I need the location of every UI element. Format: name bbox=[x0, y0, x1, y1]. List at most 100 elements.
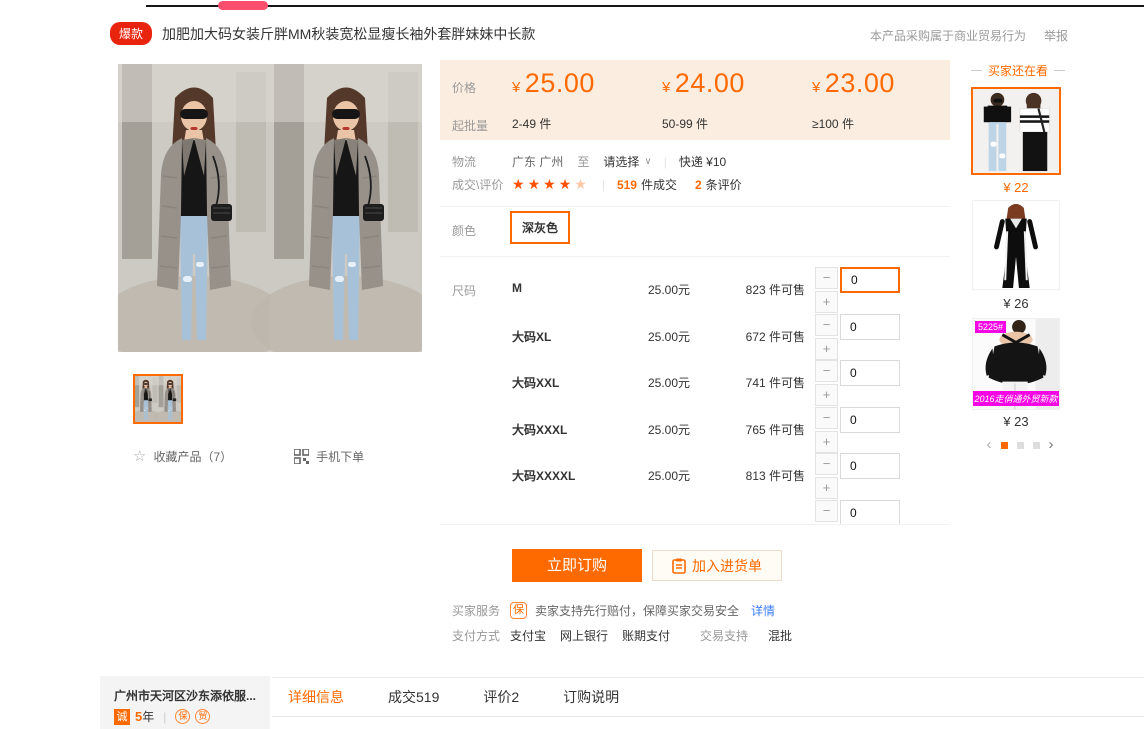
quantity-stepper: − + bbox=[815, 267, 901, 313]
sku-size: 大码XXL bbox=[512, 374, 559, 391]
video-progress-bar[interactable] bbox=[146, 5, 1144, 7]
product-number-tag: 5225# bbox=[975, 321, 1006, 333]
sku-size: 大码XL bbox=[512, 328, 551, 345]
add-to-cart-button[interactable]: 加入进货单 bbox=[652, 550, 782, 581]
related-product-1[interactable] bbox=[971, 87, 1061, 175]
thumbnail-image[interactable] bbox=[133, 374, 183, 424]
minus-button[interactable]: − bbox=[815, 314, 838, 336]
price-value-2: 24.00 bbox=[675, 68, 745, 98]
quantity-input[interactable] bbox=[840, 314, 900, 340]
buyer-service-label: 买家服务 bbox=[452, 602, 500, 619]
logistics-label: 物流 bbox=[452, 153, 476, 170]
payment-method-alipay[interactable]: 支付宝 bbox=[510, 627, 546, 644]
tab-reviews[interactable]: 评价2 bbox=[483, 687, 519, 707]
trade-note: 本产品采购属于商业贸易行为 bbox=[870, 27, 1026, 44]
plus-button[interactable]: + bbox=[815, 291, 838, 313]
minus-button[interactable]: − bbox=[815, 500, 838, 522]
related-product-3[interactable]: 5225# 2016走俏通外贸新款 bbox=[972, 318, 1060, 410]
logistics-row: 广东 广州 至 请选择 ∨ | 快递 ¥10 bbox=[512, 153, 726, 170]
tab-detail-info[interactable]: 详细信息 bbox=[288, 687, 344, 707]
divider bbox=[440, 206, 950, 207]
product-photo-thumb bbox=[135, 376, 181, 422]
related-product-2[interactable] bbox=[972, 200, 1060, 290]
add-to-cart-label: 加入进货单 bbox=[692, 556, 762, 576]
sku-stock: 813 件可售 bbox=[705, 467, 805, 484]
payment-row: 支付宝 网上银行 账期支付 bbox=[510, 627, 684, 644]
plus-button[interactable]: + bbox=[815, 384, 838, 406]
quantity-input[interactable] bbox=[840, 360, 900, 386]
quantity-stepper: − + bbox=[815, 314, 901, 360]
integrity-badge-icon: 诚 bbox=[114, 709, 130, 725]
minus-button[interactable]: − bbox=[815, 453, 838, 475]
sku-price: 25.00元 bbox=[648, 467, 690, 484]
price-tier-1: ¥ 25.00 bbox=[512, 68, 595, 99]
trade-support-value[interactable]: 混批 bbox=[768, 627, 792, 644]
chevron-down-icon[interactable]: ∨ bbox=[644, 156, 651, 167]
years-suffix: 年 bbox=[142, 710, 154, 724]
sku-price: 25.00元 bbox=[648, 374, 690, 391]
review-count-link[interactable]: 2条评价 bbox=[695, 176, 742, 193]
report-link[interactable]: 举报 bbox=[1044, 27, 1068, 44]
sku-price: 25.00元 bbox=[648, 328, 690, 345]
sidebar-carousel: ‹ › bbox=[973, 438, 1067, 452]
main-product-image[interactable] bbox=[118, 64, 422, 352]
review-count: 2 bbox=[695, 178, 702, 192]
quantity-stepper: − + bbox=[815, 360, 901, 406]
plus-button[interactable]: + bbox=[815, 431, 838, 453]
price-panel: 价格 起批量 ¥ 25.00 ¥ 24.00 ¥ 23.00 2-49 件 50… bbox=[440, 60, 950, 140]
destination-select[interactable]: 请选择 bbox=[603, 153, 639, 170]
order-now-button[interactable]: 立即订购 bbox=[512, 549, 642, 582]
guarantee-detail-link[interactable]: 详情 bbox=[751, 602, 775, 619]
decorative-dash bbox=[971, 70, 982, 71]
rating-row: ★★★★★ | 519件成交 2条评价 bbox=[512, 176, 742, 193]
sku-stock: 741 件可售 bbox=[705, 374, 805, 391]
sku-row: 大码XXXL 25.00元 765 件可售 − + bbox=[440, 405, 950, 452]
guarantee-medal-icon: 保 bbox=[175, 709, 190, 724]
related-product-1-price[interactable]: ¥ 22 bbox=[971, 180, 1061, 195]
guarantee-text: 卖家支持先行赔付，保障买家交易安全 bbox=[535, 602, 739, 619]
related-product-3-price[interactable]: ¥ 23 bbox=[971, 414, 1061, 429]
divider bbox=[440, 524, 950, 525]
chevron-right-icon[interactable]: › bbox=[1049, 438, 1054, 452]
sku-price: 25.00元 bbox=[648, 281, 690, 298]
payment-method-ebank[interactable]: 网上银行 bbox=[560, 627, 608, 644]
related-product-2-price[interactable]: ¥ 26 bbox=[971, 296, 1061, 311]
tab-transactions[interactable]: 成交519 bbox=[388, 687, 439, 707]
minus-button[interactable]: − bbox=[815, 360, 838, 382]
favorite-button[interactable]: 收藏产品（7） bbox=[153, 448, 232, 465]
clipboard-icon bbox=[672, 558, 686, 574]
star-rating: ★★★★★ bbox=[512, 176, 590, 193]
sku-price: 25.00元 bbox=[648, 421, 690, 438]
minus-button[interactable]: − bbox=[815, 407, 838, 429]
payment-method-credit[interactable]: 账期支付 bbox=[622, 627, 670, 644]
sold-count-link[interactable]: 519件成交 bbox=[617, 176, 677, 193]
chevron-left-icon[interactable]: ‹ bbox=[987, 438, 992, 452]
currency-symbol: ¥ bbox=[662, 79, 670, 96]
tab-order-notes[interactable]: 订购说明 bbox=[563, 687, 619, 707]
plus-button[interactable]: + bbox=[815, 338, 838, 360]
sidebar-title-text: 买家还在看 bbox=[988, 62, 1048, 79]
quantity-stepper: − + bbox=[815, 407, 901, 453]
seller-name-link[interactable]: 广州市天河区沙东添依服... bbox=[114, 687, 256, 704]
video-progress-scrubber[interactable] bbox=[218, 1, 268, 10]
star-icon: ★ bbox=[574, 176, 590, 192]
carousel-dot-1[interactable] bbox=[1001, 442, 1008, 449]
plus-button[interactable]: + bbox=[815, 477, 838, 499]
quantity-input[interactable] bbox=[840, 407, 900, 433]
quantity-input[interactable] bbox=[840, 500, 900, 524]
sku-size: 大码XXXXL bbox=[512, 467, 575, 484]
carousel-dot-2[interactable] bbox=[1017, 442, 1024, 449]
mobile-order[interactable]: 手机下单 bbox=[294, 448, 364, 465]
quantity-input[interactable] bbox=[840, 453, 900, 479]
quantity-input[interactable] bbox=[840, 267, 900, 293]
minus-button[interactable]: − bbox=[815, 267, 838, 289]
related-product-1-photo bbox=[973, 89, 1059, 173]
sku-stock: 672 件可售 bbox=[705, 328, 805, 345]
hot-badge: 爆款 bbox=[110, 22, 152, 45]
color-option-selected[interactable]: 深灰色 bbox=[510, 211, 570, 244]
quantity-stepper: − bbox=[815, 500, 901, 524]
carousel-dot-3[interactable] bbox=[1033, 442, 1040, 449]
sold-count: 519 bbox=[617, 178, 637, 192]
sku-row: 大码XXL 25.00元 741 件可售 − + bbox=[440, 358, 950, 405]
price-tier-2: ¥ 24.00 bbox=[662, 68, 745, 99]
